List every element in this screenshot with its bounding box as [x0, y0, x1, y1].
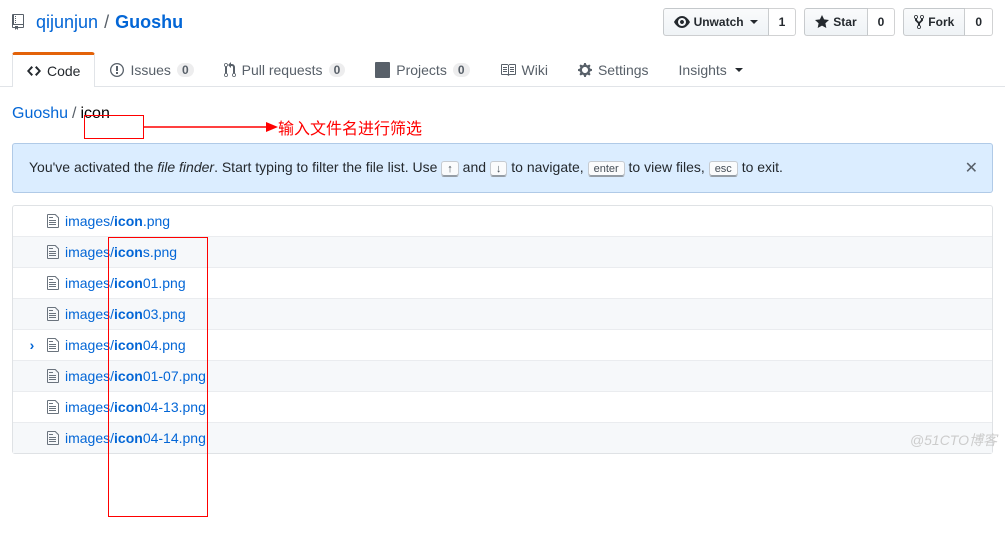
fork-icon — [914, 14, 924, 30]
file-finder-breadcrumb: Guoshu / — [0, 87, 1005, 135]
key-esc: esc — [709, 161, 738, 177]
tab-projects[interactable]: Projects 0 — [360, 53, 484, 86]
code-icon — [27, 63, 41, 79]
tab-settings[interactable]: Settings — [563, 53, 664, 86]
file-icon — [47, 213, 59, 229]
file-path-link[interactable]: images/icon04.png — [65, 337, 186, 353]
file-icon — [47, 399, 59, 415]
close-icon[interactable]: ✕ — [965, 158, 978, 178]
gear-icon — [578, 62, 592, 78]
watermark: @51CTO博客 — [910, 430, 997, 450]
breadcrumb-root[interactable]: Guoshu — [12, 105, 68, 123]
pull-request-icon — [224, 62, 236, 78]
tab-wiki[interactable]: Wiki — [485, 53, 563, 86]
forks-count[interactable]: 0 — [965, 8, 993, 36]
watchers-count[interactable]: 1 — [769, 8, 797, 36]
repo-icon — [12, 14, 28, 30]
projects-count: 0 — [453, 63, 470, 77]
file-icon — [47, 275, 59, 291]
file-path-link[interactable]: images/icons.png — [65, 244, 177, 260]
repo-actions: Unwatch 1 Star 0 Fork 0 — [663, 8, 993, 36]
issues-count: 0 — [177, 63, 194, 77]
unwatch-button[interactable]: Unwatch — [663, 8, 769, 36]
chevron-right-icon: › — [23, 337, 41, 353]
key-up: ↑ — [441, 161, 459, 177]
file-result-row[interactable]: ›images/icon04-13.png — [13, 391, 992, 422]
file-path-link[interactable]: images/icon.png — [65, 213, 170, 229]
file-result-row[interactable]: ›images/icon01-07.png — [13, 360, 992, 391]
path-separator: / — [104, 12, 109, 33]
file-icon — [47, 244, 59, 260]
book-icon — [500, 62, 516, 78]
file-result-row[interactable]: › images/icon04.png — [13, 329, 992, 360]
file-icon — [47, 430, 59, 446]
repo-link[interactable]: Guoshu — [115, 12, 183, 33]
star-button[interactable]: Star — [804, 8, 867, 36]
file-icon — [47, 306, 59, 322]
file-result-row[interactable]: ›images/icons.png — [13, 236, 992, 267]
file-result-row[interactable]: ›images/icon01.png — [13, 267, 992, 298]
file-result-row[interactable]: ›images/icon03.png — [13, 298, 992, 329]
file-path-link[interactable]: images/icon01-07.png — [65, 368, 206, 384]
key-down: ↓ — [490, 161, 508, 177]
file-results-list: ›images/icon.png›images/icons.png›images… — [12, 205, 993, 454]
tab-insights[interactable]: Insights — [664, 53, 758, 86]
star-icon — [815, 14, 829, 30]
file-path-link[interactable]: images/icon01.png — [65, 275, 186, 291]
file-finder-hint: You've activated the file finder. Start … — [12, 143, 993, 193]
fork-button[interactable]: Fork — [903, 8, 965, 36]
tab-code[interactable]: Code — [12, 52, 95, 87]
stars-count[interactable]: 0 — [868, 8, 896, 36]
project-icon — [375, 62, 390, 78]
tab-pulls[interactable]: Pull requests 0 — [209, 53, 361, 86]
issue-icon — [110, 62, 124, 78]
caret-icon — [735, 68, 743, 72]
tab-issues[interactable]: Issues 0 — [95, 53, 208, 86]
file-icon — [47, 337, 59, 353]
file-path-link[interactable]: images/icon03.png — [65, 306, 186, 322]
file-result-row[interactable]: ›images/icon.png — [13, 206, 992, 236]
file-finder-input[interactable] — [81, 105, 281, 123]
file-path-link[interactable]: images/icon04-13.png — [65, 399, 206, 415]
repo-tabs: Code Issues 0 Pull requests 0 Projects 0… — [0, 52, 1005, 87]
file-path-link[interactable]: images/icon04-14.png — [65, 430, 206, 446]
file-result-row[interactable]: ›images/icon04-14.png — [13, 422, 992, 453]
owner-link[interactable]: qijunjun — [36, 12, 98, 33]
caret-icon — [750, 20, 758, 24]
pulls-count: 0 — [329, 63, 346, 77]
key-enter: enter — [588, 161, 625, 177]
repo-title: qijunjun / Guoshu — [12, 12, 183, 33]
eye-icon — [674, 14, 690, 30]
file-icon — [47, 368, 59, 384]
